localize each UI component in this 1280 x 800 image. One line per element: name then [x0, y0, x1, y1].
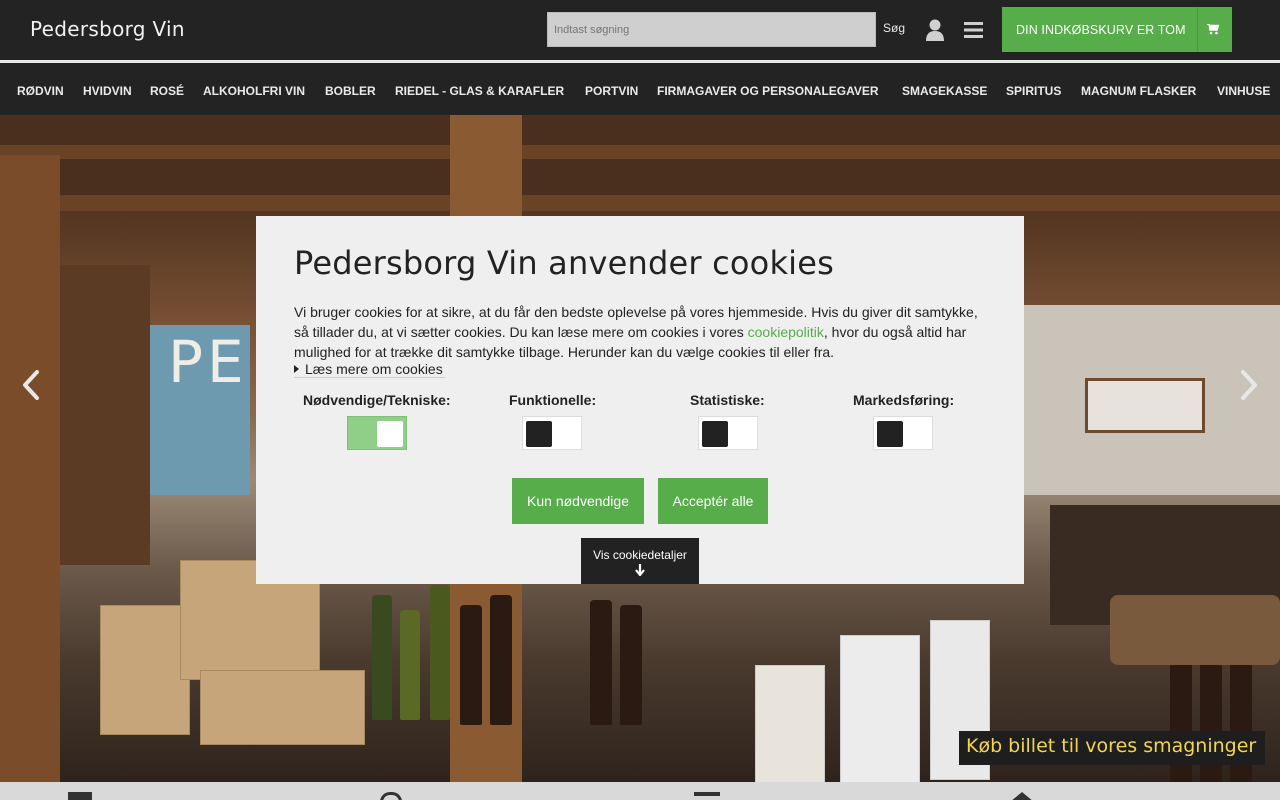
wine-shelf: [60, 265, 150, 565]
wine-bottle: [400, 610, 420, 720]
cookie-consent-dialog: Pedersborg Vin anvender cookies Vi bruge…: [256, 216, 1024, 584]
wooden-pillar: [0, 155, 60, 782]
tasting-ticket-banner[interactable]: Køb billet til vores smagninger: [959, 731, 1265, 765]
accept-all-button[interactable]: Acceptér alle: [658, 478, 768, 524]
wine-bottle: [372, 595, 392, 720]
clock-icon: [380, 792, 402, 800]
chevron-left-icon[interactable]: [20, 368, 42, 402]
search-button[interactable]: Søg: [883, 21, 905, 35]
site-logo[interactable]: Pedersborg Vin: [30, 17, 185, 41]
caret-right-icon: [294, 365, 299, 373]
nav-item-firmagaver[interactable]: FIRMAGAVER OG PERSONALEGAVER: [657, 84, 879, 98]
toggle-marketing[interactable]: [873, 416, 933, 450]
nav-item-spiritus[interactable]: SPIRITUS: [1006, 84, 1061, 98]
hamburger-menu-icon[interactable]: [964, 22, 983, 38]
category-label-necessary: Nødvendige/Tekniske:: [303, 392, 451, 408]
toggle-knob: [377, 421, 403, 447]
toggle-statistics[interactable]: [698, 416, 758, 450]
arrow-down-icon: [635, 564, 645, 576]
toggle-knob: [702, 421, 728, 447]
nav-item-portvin[interactable]: PORTVIN: [585, 84, 638, 98]
wine-bottle: [430, 585, 450, 720]
nav-item-vinhuse[interactable]: VINHUSE: [1217, 84, 1270, 98]
toggle-knob: [877, 421, 903, 447]
toggle-necessary[interactable]: [347, 416, 407, 450]
wooden-crate: [200, 670, 365, 745]
shopping-cart-icon: [1207, 24, 1219, 35]
nav-item-rose[interactable]: ROSÉ: [150, 84, 184, 98]
truck-icon: [68, 792, 92, 800]
wine-bottle: [460, 605, 482, 725]
wine-bottle: [620, 605, 642, 725]
search-input[interactable]: [547, 12, 876, 47]
toggle-functional[interactable]: [522, 416, 582, 450]
star-icon: [1010, 792, 1034, 800]
category-label-marketing: Markedsføring:: [853, 392, 955, 408]
nav-item-bobler[interactable]: BOBLER: [325, 84, 376, 98]
wine-bottle: [490, 595, 512, 725]
cookie-title: Pedersborg Vin anvender cookies: [294, 244, 835, 282]
gift-box: [840, 635, 920, 782]
gift-box: [755, 665, 825, 782]
read-more-label: Læs mere om cookies: [305, 361, 443, 377]
read-more-toggle[interactable]: Læs mere om cookies: [294, 361, 445, 378]
toggle-knob: [526, 421, 552, 447]
ceiling-beam: [0, 195, 1280, 211]
category-label-functional: Funktionelle:: [509, 392, 597, 408]
cart-icon: [694, 792, 720, 796]
show-cookie-details-button[interactable]: Vis cookiedetaljer: [581, 538, 699, 584]
cookie-description: Vi bruger cookies for at sikre, at du få…: [294, 302, 994, 362]
only-necessary-button[interactable]: Kun nødvendige: [512, 478, 644, 524]
wine-barrel: [1110, 595, 1280, 665]
nav-item-smagekasse[interactable]: SMAGEKASSE: [902, 84, 987, 98]
nav-item-hvidvin[interactable]: HVIDVIN: [83, 84, 132, 98]
details-label: Vis cookiedetaljer: [593, 548, 687, 562]
nav-item-alkoholfri-vin[interactable]: ALKOHOLFRI VIN: [203, 84, 305, 98]
cart-button[interactable]: DIN INDKØBSKURV ER TOM: [1002, 7, 1232, 52]
hero-title: PE: [168, 328, 248, 396]
ceiling-beam: [0, 145, 1280, 159]
cookie-policy-link[interactable]: cookiepolitik: [748, 324, 824, 340]
chevron-right-icon[interactable]: [1238, 368, 1260, 402]
wooden-crate: [100, 605, 190, 735]
usp-strip: [0, 782, 1280, 800]
wine-bottle: [590, 600, 612, 725]
nav-item-magnum-flasker[interactable]: MAGNUM FLASKER: [1081, 84, 1196, 98]
user-icon[interactable]: [925, 19, 945, 41]
cart-divider: [1197, 7, 1198, 52]
main-navigation: RØDVIN HVIDVIN ROSÉ ALKOHOLFRI VIN BOBLE…: [0, 63, 1280, 115]
nav-item-rodvin[interactable]: RØDVIN: [17, 84, 64, 98]
nav-item-riedel[interactable]: RIEDEL - GLAS & KARAFLER: [395, 84, 564, 98]
category-label-statistics: Statistiske:: [690, 392, 765, 408]
cart-label: DIN INDKØBSKURV ER TOM: [1016, 23, 1186, 37]
wall-painting: [1085, 378, 1205, 433]
top-header: Pedersborg Vin Søg DIN INDKØBSKURV ER TO…: [0, 0, 1280, 60]
